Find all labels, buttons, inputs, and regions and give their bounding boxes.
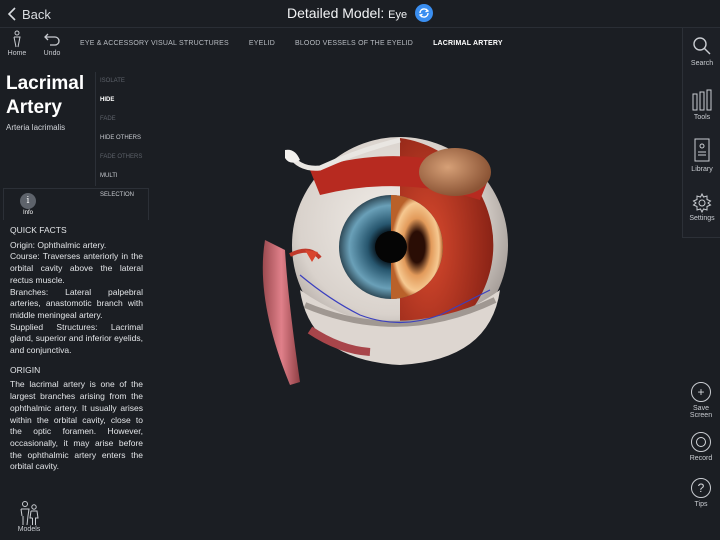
models-label: Models xyxy=(17,526,41,533)
pupil-shape xyxy=(375,231,407,263)
fact-branches: Branches: Lateral palpebral arteries, an… xyxy=(10,286,143,320)
structure-latin-name: Arteria lacrimalis xyxy=(6,123,66,132)
action-list: ISOLATE HIDE FADE HIDE OTHERS FADE OTHER… xyxy=(95,72,149,198)
right-toolbar: Search Tools Library Settings xyxy=(682,28,720,238)
multi-selection-action[interactable]: MULTI SELECTION xyxy=(96,167,149,198)
library-label: Library xyxy=(691,166,713,173)
save-label-line1: Save xyxy=(693,405,709,412)
nerve-end-shape xyxy=(285,149,300,163)
undo-icon xyxy=(44,33,60,46)
lacrimal-gland-shape xyxy=(419,148,491,196)
plus-icon: + xyxy=(691,382,711,402)
info-icon: i xyxy=(20,193,36,209)
undo-button[interactable]: Undo xyxy=(35,30,69,57)
home-button[interactable]: Home xyxy=(0,30,34,57)
fade-others-action[interactable]: FADE OTHERS xyxy=(96,148,149,167)
info-content: QUICK FACTS Origin: Ophthalmic artery. C… xyxy=(10,225,143,473)
tools-button[interactable]: Tools xyxy=(683,88,720,121)
refresh-icon[interactable] xyxy=(415,3,434,22)
breadcrumb-item[interactable]: EYE & ACCESSORY VISUAL STRUCTURES xyxy=(80,40,229,52)
breadcrumb: EYE & ACCESSORY VISUAL STRUCTURES EYELID… xyxy=(74,40,523,52)
models-button[interactable]: Models xyxy=(14,500,44,533)
fact-course: Course: Traverses anteriorly in the orbi… xyxy=(10,251,143,285)
search-button[interactable]: Search xyxy=(683,36,720,67)
record-button[interactable]: Record xyxy=(682,432,720,462)
breadcrumb-item-current[interactable]: LACRIMAL ARTERY xyxy=(433,40,503,52)
search-icon xyxy=(693,37,711,55)
record-icon xyxy=(691,432,711,452)
save-label-line2: Screen xyxy=(689,412,713,419)
settings-button[interactable]: Settings xyxy=(683,193,720,222)
people-icon xyxy=(20,501,39,526)
person-icon xyxy=(13,30,21,48)
left-toolbar: Home Undo xyxy=(0,30,80,64)
search-label: Search xyxy=(690,60,714,67)
fade-action[interactable]: FADE xyxy=(96,110,149,129)
quick-facts-heading: QUICK FACTS xyxy=(10,225,67,235)
info-tab-bar: i Info xyxy=(3,188,149,220)
info-label: Info xyxy=(22,210,33,216)
book-icon xyxy=(694,138,710,162)
settings-label: Settings xyxy=(689,215,715,222)
eye-model-viewport[interactable] xyxy=(150,60,680,530)
tips-button[interactable]: ? Tips xyxy=(682,478,720,508)
home-label: Home xyxy=(7,50,27,57)
isolate-action[interactable]: ISOLATE xyxy=(96,72,149,91)
save-screen-button[interactable]: + Save Screen xyxy=(682,382,720,419)
hide-action[interactable]: HIDE xyxy=(96,91,149,110)
undo-label: Undo xyxy=(43,50,61,57)
info-button[interactable]: i Info xyxy=(20,193,36,216)
gear-icon xyxy=(692,193,712,213)
origin-text: The lacrimal artery is one of the larges… xyxy=(10,379,143,472)
fact-origin: Origin: Ophthalmic artery. xyxy=(10,239,107,250)
breadcrumb-item[interactable]: EYELID xyxy=(249,40,275,52)
title-subtitle: Eye xyxy=(388,9,408,21)
tools-label: Tools xyxy=(693,114,711,121)
record-label: Record xyxy=(689,455,713,462)
origin-heading: ORIGIN xyxy=(10,364,41,375)
library-button[interactable]: Library xyxy=(683,138,720,173)
top-bar: Back Detailed Model: Eye xyxy=(0,0,720,28)
question-icon: ? xyxy=(691,478,711,498)
tips-label: Tips xyxy=(694,501,708,508)
tools-icon xyxy=(692,89,712,111)
fact-supplied: Supplied Structures: Lacrimal gland, sup… xyxy=(10,321,143,356)
breadcrumb-item[interactable]: BLOOD VESSELS OF THE EYELID xyxy=(295,40,413,52)
page-title: Detailed Model: Eye xyxy=(0,3,720,22)
hide-others-action[interactable]: HIDE OTHERS xyxy=(96,129,149,148)
structure-name: Lacrimal Artery xyxy=(6,73,85,118)
title-text: Detailed Model: xyxy=(286,5,385,21)
